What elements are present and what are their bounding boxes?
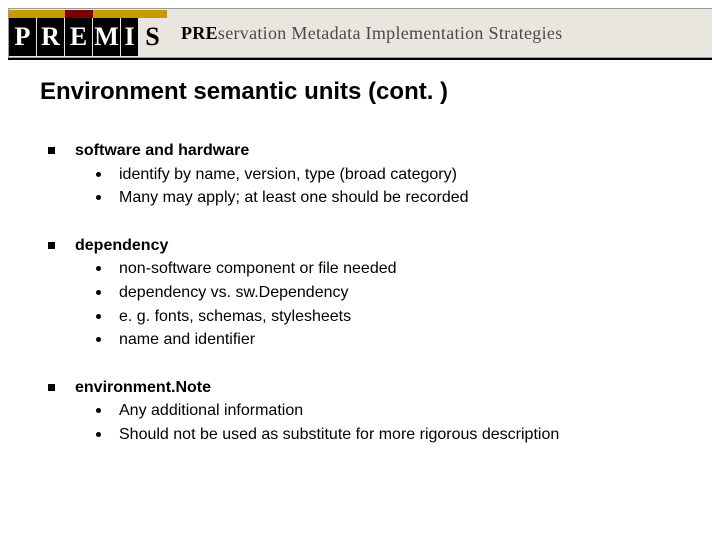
sub-item: e. g. fonts, schemas, stylesheets <box>119 306 690 328</box>
item-title: environment.Note <box>75 377 211 399</box>
item-title: dependency <box>75 235 168 257</box>
list-item: software and hardware identify by name, … <box>48 140 690 209</box>
dot-bullet-icon <box>96 290 101 295</box>
logo-letter: I <box>121 18 139 56</box>
logo-tagline: PREservation Metadata Implementation Str… <box>181 23 563 44</box>
sub-item: non-software component or file needed <box>119 258 690 280</box>
logo-letter: S <box>139 18 167 56</box>
list-item: environment.Note Any additional informat… <box>48 377 690 446</box>
list-item: dependency non-software component or fil… <box>48 235 690 351</box>
sub-item: Any additional information <box>119 400 690 422</box>
logo-letter: R <box>37 18 65 56</box>
dot-bullet-icon <box>96 408 101 413</box>
slide: P R E M I S PREservation Metadata Implem… <box>0 0 720 540</box>
dot-bullet-icon <box>96 314 101 319</box>
logo-letter: P <box>9 18 37 56</box>
sub-item: identify by name, version, type (broad c… <box>119 164 690 186</box>
square-bullet-icon <box>48 384 55 391</box>
sub-item: name and identifier <box>119 329 690 351</box>
sub-item: Many may apply; at least one should be r… <box>119 187 690 209</box>
sub-item: dependency vs. sw.Dependency <box>119 282 690 304</box>
square-bullet-icon <box>48 242 55 249</box>
sub-item: Should not be used as substitute for mor… <box>119 424 690 446</box>
item-title: software and hardware <box>75 140 249 162</box>
square-bullet-icon <box>48 147 55 154</box>
logo-letter: M <box>93 18 121 56</box>
logo-tagline-rest: servation Metadata Implementation Strate… <box>218 23 563 43</box>
dot-bullet-icon <box>96 337 101 342</box>
dot-bullet-icon <box>96 266 101 271</box>
header-rule <box>8 58 712 60</box>
dot-bullet-icon <box>96 195 101 200</box>
dot-bullet-icon <box>96 432 101 437</box>
dot-bullet-icon <box>96 172 101 177</box>
logo-letter: E <box>65 18 93 56</box>
logo-bar: P R E M I S PREservation Metadata Implem… <box>8 8 712 58</box>
logo-tagline-bold: PRE <box>181 23 218 43</box>
slide-body: software and hardware identify by name, … <box>48 140 690 472</box>
premis-logo: P R E M I S <box>9 10 167 56</box>
slide-title: Environment semantic units (cont. ) <box>40 78 680 106</box>
